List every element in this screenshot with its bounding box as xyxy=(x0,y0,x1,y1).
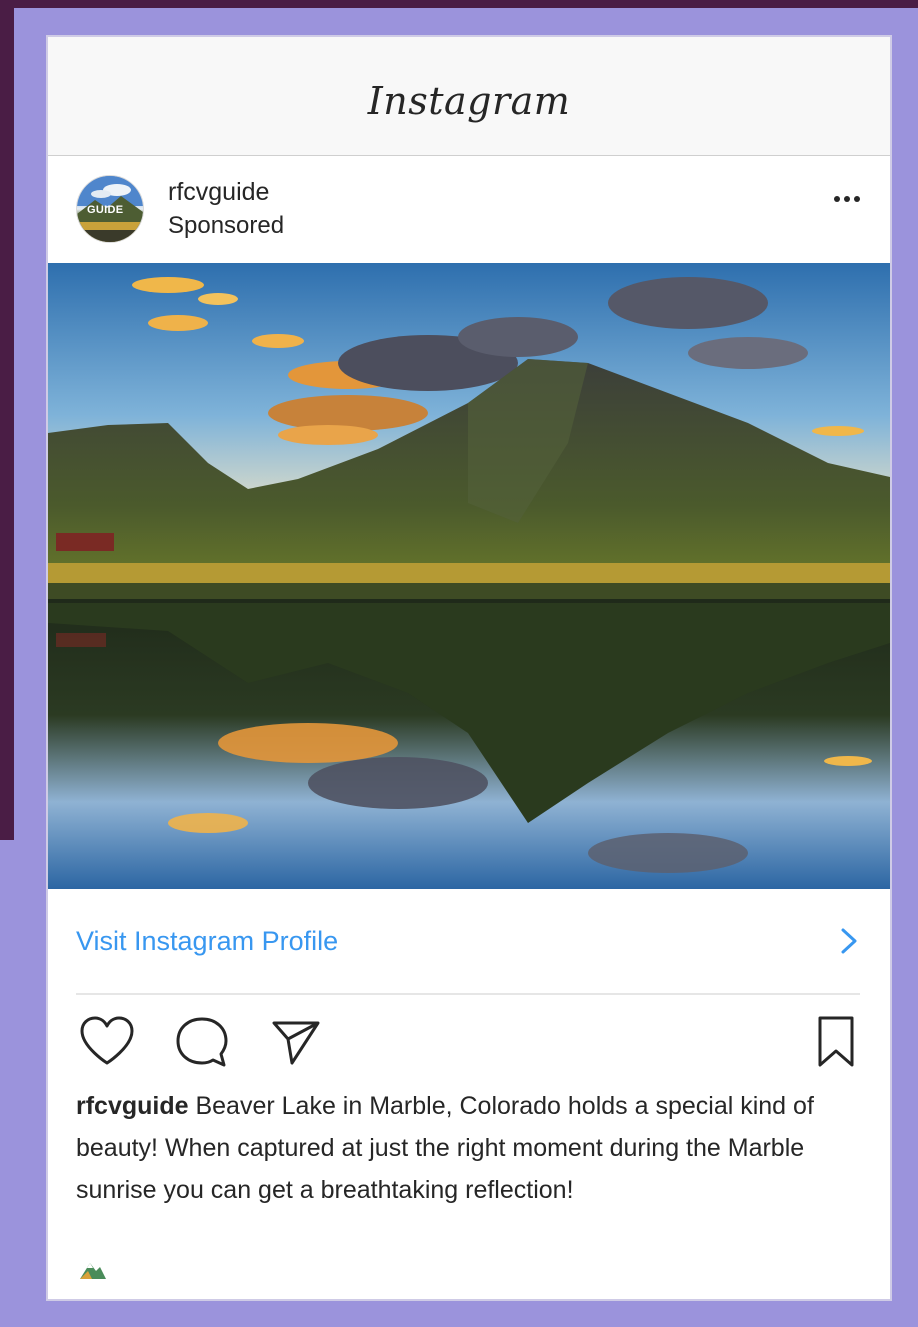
post-header: GUIDE rfcvguide Sponsored xyxy=(48,156,890,262)
visit-profile-label: Visit Instagram Profile xyxy=(76,925,339,956)
user-block: rfcvguide Sponsored xyxy=(168,175,284,243)
comment-bubble-icon[interactable] xyxy=(174,1015,230,1069)
avatar-logo-text: GUIDE xyxy=(87,204,124,216)
background-left-band xyxy=(0,0,14,840)
more-horizontal-icon xyxy=(854,196,860,202)
post-photo[interactable] xyxy=(48,263,890,889)
mountain-emoji-icon xyxy=(80,1263,106,1279)
mountain-lake-photo xyxy=(48,263,890,889)
post-username[interactable]: rfcvguide xyxy=(168,175,284,209)
post-caption: rfcvguide Beaver Lake in Marble, Colorad… xyxy=(76,1085,866,1211)
more-options-button[interactable] xyxy=(834,196,860,202)
app-header: Instagram xyxy=(48,37,890,156)
caption-username[interactable]: rfcvguide xyxy=(76,1092,189,1120)
bookmark-icon[interactable] xyxy=(816,1015,856,1069)
background-top-band xyxy=(0,0,918,8)
paper-plane-icon[interactable] xyxy=(270,1017,322,1067)
instagram-post-frame: Instagram GUIDE rfcvguide Sponsored Visi… xyxy=(48,37,890,1299)
more-horizontal-icon xyxy=(844,196,850,202)
instagram-logo: Instagram xyxy=(367,79,571,123)
visit-profile-cta[interactable]: Visit Instagram Profile xyxy=(76,889,860,995)
more-horizontal-icon xyxy=(834,196,840,202)
avatar[interactable]: GUIDE xyxy=(76,175,144,243)
chevron-right-icon xyxy=(841,928,857,954)
heart-icon[interactable] xyxy=(78,1015,136,1067)
sponsored-label: Sponsored xyxy=(168,212,285,239)
post-actions xyxy=(48,1007,890,1075)
